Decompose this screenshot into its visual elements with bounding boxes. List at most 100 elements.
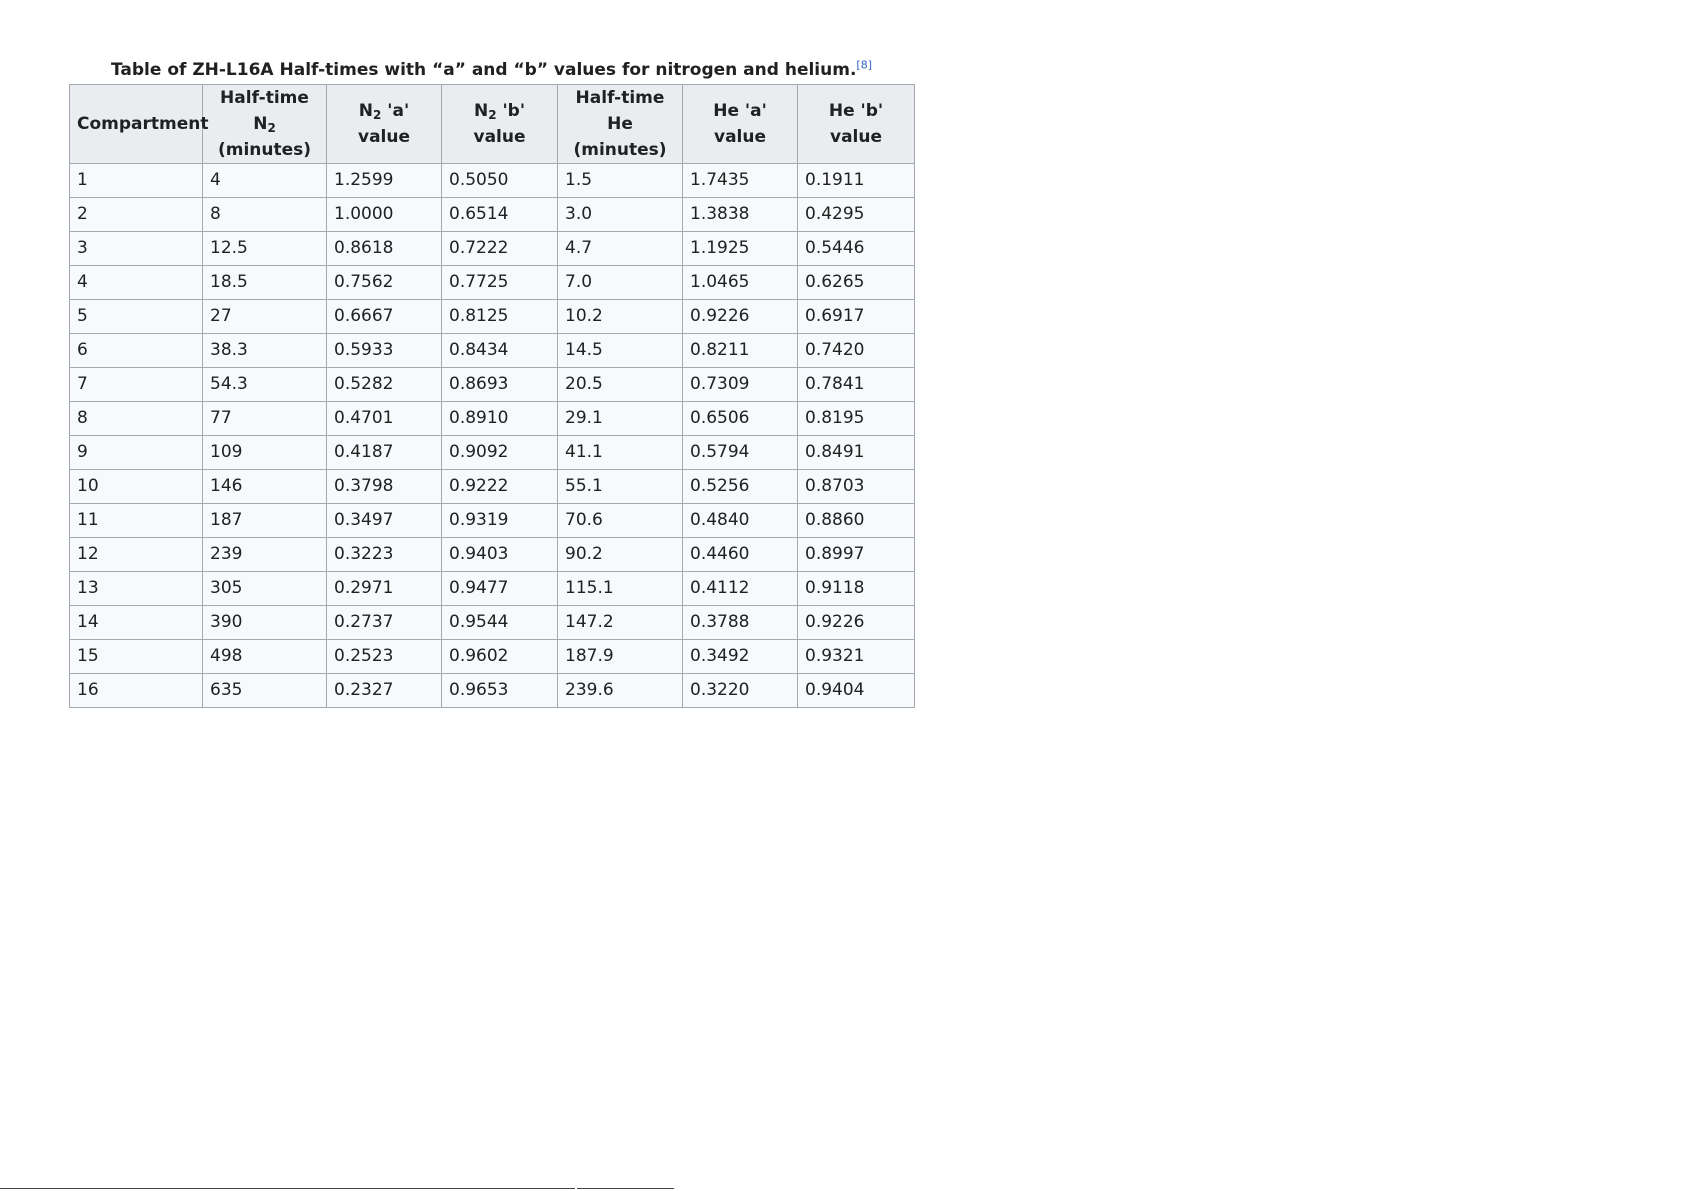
cell-he-a-value: 1.1925: [682, 231, 798, 266]
cell-n2-halftime: 390: [202, 605, 327, 640]
cell-he-a-value: 0.4460: [682, 537, 798, 572]
cell-n2-b-value: 0.8693: [441, 367, 558, 402]
cell-n2-b-value: 0.6514: [441, 197, 558, 232]
table-body: 1 4 1.2599 0.5050 1.5 1.7435 0.1911 2 8 1.0000 0.6…: [69, 163, 915, 708]
cell-compartment: 16: [69, 673, 203, 708]
cell-he-a-value: 0.3788: [682, 605, 798, 640]
cell-he-b-value: 0.8491: [797, 435, 915, 470]
cell-n2-b-value: 0.9653: [441, 673, 558, 708]
cell-compartment: 6: [69, 333, 203, 368]
table-caption: Table of ZH-L16A Half-times with “a” and…: [69, 58, 914, 84]
cell-compartment: 2: [69, 197, 203, 232]
cell-n2-a-value: 0.2523: [326, 639, 442, 674]
cell-n2-a-value: 1.2599: [326, 163, 442, 198]
header-compartment: Compartment: [69, 84, 209, 164]
table-row: 8 77 0.4701 0.8910 29.1 0.6506 0.8195: [69, 401, 915, 436]
cell-n2-b-value: 0.7725: [441, 265, 558, 300]
cell-he-halftime: 90.2: [557, 537, 683, 572]
table-row: 16 635 0.2327 0.9653 239.6 0.3220 0.9404: [69, 673, 915, 708]
cell-he-halftime: 29.1: [557, 401, 683, 436]
cell-he-b-value: 0.8997: [797, 537, 915, 572]
cell-n2-halftime: 187: [202, 503, 327, 538]
header-he-halftime: Half-time He (minutes): [557, 84, 683, 164]
cell-n2-a-value: 0.2737: [326, 605, 442, 640]
cell-he-halftime: 55.1: [557, 469, 683, 504]
cell-he-halftime: 41.1: [557, 435, 683, 470]
cell-n2-b-value: 0.8125: [441, 299, 558, 334]
table-row: 11 187 0.3497 0.9319 70.6 0.4840 0.8860: [69, 503, 915, 538]
table-row: 3 12.5 0.8618 0.7222 4.7 1.1925 0.5446: [69, 231, 915, 266]
cell-he-a-value: 0.8211: [682, 333, 798, 368]
bottom-divider-segment: [577, 1188, 674, 1189]
cell-compartment: 12: [69, 537, 203, 572]
table-row: 13 305 0.2971 0.9477 115.1 0.4112 0.9118: [69, 571, 915, 606]
cell-he-halftime: 115.1: [557, 571, 683, 606]
cell-compartment: 10: [69, 469, 203, 504]
cell-compartment: 13: [69, 571, 203, 606]
cell-he-b-value: 0.9321: [797, 639, 915, 674]
cell-he-a-value: 0.4840: [682, 503, 798, 538]
cell-n2-halftime: 109: [202, 435, 327, 470]
cell-n2-a-value: 0.4187: [326, 435, 442, 470]
cell-he-b-value: 0.9404: [797, 673, 915, 708]
cell-n2-halftime: 38.3: [202, 333, 327, 368]
cell-he-halftime: 20.5: [557, 367, 683, 402]
header-he-b-value: He 'b' value: [797, 84, 915, 164]
cell-he-b-value: 0.1911: [797, 163, 915, 198]
cell-he-b-value: 0.6917: [797, 299, 915, 334]
cell-n2-halftime: 305: [202, 571, 327, 606]
cell-he-a-value: 0.6506: [682, 401, 798, 436]
cell-n2-b-value: 0.9544: [441, 605, 558, 640]
cell-he-halftime: 14.5: [557, 333, 683, 368]
cell-n2-b-value: 0.9222: [441, 469, 558, 504]
cell-n2-halftime: 54.3: [202, 367, 327, 402]
cell-he-halftime: 4.7: [557, 231, 683, 266]
cell-he-halftime: 239.6: [557, 673, 683, 708]
header-row: Compartment Half-time N2 (minutes) N2 'a'…: [69, 84, 915, 164]
cell-he-a-value: 1.3838: [682, 197, 798, 232]
table-row: 7 54.3 0.5282 0.8693 20.5 0.7309 0.7841: [69, 367, 915, 402]
cell-n2-a-value: 0.3798: [326, 469, 442, 504]
caption-text: Table of ZH-L16A Half-times with “a” and…: [111, 60, 857, 80]
table-row: 1 4 1.2599 0.5050 1.5 1.7435 0.1911: [69, 163, 915, 198]
cell-compartment: 7: [69, 367, 203, 402]
header-n2-halftime: Half-time N2 (minutes): [202, 84, 327, 164]
cell-n2-a-value: 0.2971: [326, 571, 442, 606]
cell-he-halftime: 70.6: [557, 503, 683, 538]
cell-n2-halftime: 18.5: [202, 265, 327, 300]
cell-n2-b-value: 0.9477: [441, 571, 558, 606]
cell-compartment: 11: [69, 503, 203, 538]
cell-he-b-value: 0.8860: [797, 503, 915, 538]
cell-he-a-value: 0.7309: [682, 367, 798, 402]
header-n2-a-value: N2 'a' value: [326, 84, 442, 164]
cell-n2-a-value: 0.7562: [326, 265, 442, 300]
table-row: 12 239 0.3223 0.9403 90.2 0.4460 0.8997: [69, 537, 915, 572]
table-row: 10 146 0.3798 0.9222 55.1 0.5256 0.8703: [69, 469, 915, 504]
cell-n2-a-value: 0.5282: [326, 367, 442, 402]
cell-n2-halftime: 4: [202, 163, 327, 198]
cell-compartment: 4: [69, 265, 203, 300]
cell-n2-a-value: 0.3497: [326, 503, 442, 538]
cell-he-a-value: 0.9226: [682, 299, 798, 334]
cell-he-a-value: 0.5794: [682, 435, 798, 470]
cell-he-b-value: 0.4295: [797, 197, 915, 232]
header-he-a-value: He 'a' value: [682, 84, 798, 164]
cell-he-b-value: 0.9118: [797, 571, 915, 606]
citation-link[interactable]: [8]: [856, 58, 872, 71]
cell-he-halftime: 3.0: [557, 197, 683, 232]
cell-n2-halftime: 27: [202, 299, 327, 334]
cell-compartment: 5: [69, 299, 203, 334]
cell-he-b-value: 0.8703: [797, 469, 915, 504]
cell-n2-a-value: 0.2327: [326, 673, 442, 708]
table-header: Compartment Half-time N2 (minutes) N2 'a'…: [69, 84, 915, 164]
cell-n2-a-value: 0.5933: [326, 333, 442, 368]
cell-n2-b-value: 0.5050: [441, 163, 558, 198]
cell-n2-a-value: 0.8618: [326, 231, 442, 266]
table-row: 5 27 0.6667 0.8125 10.2 0.9226 0.6917: [69, 299, 915, 334]
cell-he-b-value: 0.6265: [797, 265, 915, 300]
table-row: 9 109 0.4187 0.9092 41.1 0.5794 0.8491: [69, 435, 915, 470]
cell-n2-a-value: 0.4701: [326, 401, 442, 436]
cell-n2-b-value: 0.9403: [441, 537, 558, 572]
cell-compartment: 1: [69, 163, 203, 198]
cell-he-halftime: 147.2: [557, 605, 683, 640]
